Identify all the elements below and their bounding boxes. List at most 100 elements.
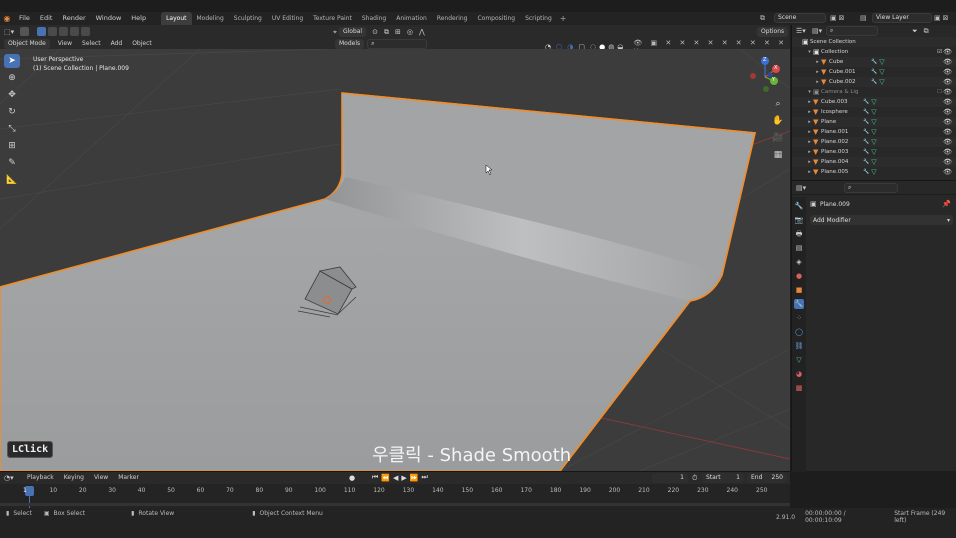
outliner-row[interactable]: ▸ ▼ Cube 🔧 ▽ 👁 <box>792 57 956 67</box>
ortho-toggle-icon[interactable]: ▦ <box>770 148 786 162</box>
scene-field[interactable]: Scene <box>774 13 826 23</box>
add-modifier-button[interactable]: Add Modifier ▾ <box>810 215 953 225</box>
timeline-scrollbar[interactable] <box>0 503 790 506</box>
visibility-eye-icon[interactable]: 👁 <box>943 127 952 137</box>
outliner-row[interactable]: ▸ ▼ Plane.001 🔧 ▽ 👁 <box>792 127 956 137</box>
display-mode-icon[interactable]: ▤▾ <box>812 27 826 35</box>
properties-editor-icon[interactable]: ▤▾ <box>796 184 844 192</box>
jump-start-icon[interactable]: ⏮ <box>372 473 378 482</box>
viewport-menu-select[interactable]: Select <box>77 39 106 49</box>
visibility-eye-icon[interactable]: 👁 <box>943 67 952 77</box>
viewport-search-input[interactable]: ⌕ <box>367 39 428 49</box>
outliner-editor-icon[interactable]: ☰▾ <box>796 27 812 35</box>
menu-file[interactable]: File <box>14 12 35 25</box>
blender-logo-icon[interactable]: ◉ <box>0 14 14 23</box>
select-extend-icon[interactable] <box>48 27 57 36</box>
falloff-icon[interactable]: ⋀ <box>419 28 425 36</box>
transform-tool-icon[interactable]: ⊞ <box>4 139 20 153</box>
snap-target-icon[interactable]: ⊞ <box>395 28 401 36</box>
mesh-data-icon[interactable]: ▽ <box>871 97 876 107</box>
workspace-tab-layout[interactable]: Layout <box>161 12 192 25</box>
outliner-row[interactable]: ▸ ▼ Cube.002 🔧 ▽ 👁 <box>792 77 956 87</box>
select-invert-icon[interactable] <box>70 27 79 36</box>
texture-tab-icon[interactable]: ▩ <box>794 383 804 393</box>
view-layer-field[interactable]: View Layer <box>872 13 932 23</box>
scene-icon[interactable]: ⧉ <box>760 14 774 23</box>
viewport-menu-object[interactable]: Object <box>127 39 157 49</box>
viewport-menu-view[interactable]: View <box>53 39 77 49</box>
expand-arrow-icon[interactable]: ▸ <box>806 107 813 117</box>
menu-render[interactable]: Render <box>57 12 90 25</box>
select-subtract-icon[interactable] <box>59 27 68 36</box>
visibility-eye-icon[interactable]: 👁 <box>943 117 952 127</box>
navigation-gizmo[interactable]: Z X Y <box>746 55 786 97</box>
expand-arrow-icon[interactable]: ▾ <box>806 47 813 57</box>
mesh-data-icon[interactable]: ▽ <box>871 127 876 137</box>
timeline-menu-playback[interactable]: Playback <box>22 472 59 484</box>
new-collection-icon[interactable]: ⧉ <box>924 27 929 36</box>
mesh-data-icon[interactable]: ▽ <box>879 57 884 67</box>
expand-arrow-icon[interactable]: ▸ <box>806 167 813 177</box>
pan-hand-icon[interactable]: ✋ <box>770 114 786 128</box>
view-layer-browse-icon[interactable]: ▣ <box>934 14 941 22</box>
proportional-edit-icon[interactable]: ◎ <box>407 28 413 36</box>
workspace-tab-shading[interactable]: Shading <box>357 12 391 25</box>
add-workspace-icon[interactable]: + <box>560 14 567 23</box>
expand-arrow-icon[interactable]: ▸ <box>806 137 813 147</box>
outliner-row[interactable]: ▸ ▼ Plane.004 🔧 ▽ 👁 <box>792 157 956 167</box>
workspace-tab-sculpting[interactable]: Sculpting <box>229 12 267 25</box>
workspace-tab-scripting[interactable]: Scripting <box>520 12 557 25</box>
models-dropdown[interactable]: Models <box>335 39 365 49</box>
modifier-icon[interactable]: 🔧 <box>863 107 869 117</box>
outliner-row[interactable]: ▾ ▣ Collection ☑ 👁 <box>792 47 956 57</box>
world-tab-icon[interactable]: ● <box>794 271 804 281</box>
mode-dropdown[interactable]: Object Mode <box>4 39 50 49</box>
modifier-icon[interactable]: 🔧 <box>863 97 869 107</box>
mesh-data-icon[interactable]: ▽ <box>871 157 876 167</box>
expand-arrow-icon[interactable]: ▸ <box>814 77 821 87</box>
options-dropdown[interactable]: Options <box>757 27 789 37</box>
start-frame-field[interactable]: Start 1 <box>702 473 744 483</box>
expand-arrow-icon[interactable]: ▸ <box>814 67 821 77</box>
outliner-row[interactable]: ▸ ▼ Plane.005 🔧 ▽ 👁 <box>792 167 956 177</box>
mesh-data-icon[interactable]: ▽ <box>871 167 876 177</box>
expand-arrow-icon[interactable]: ▸ <box>806 147 813 157</box>
modifier-icon[interactable]: 🔧 <box>863 157 869 167</box>
view-layer-icon[interactable]: ▤ <box>860 14 872 22</box>
outliner-row[interactable]: ▾▣Camera & Light ☐👁 <box>792 87 956 97</box>
expand-arrow-icon[interactable]: ▾ <box>806 87 813 97</box>
modifier-icon[interactable]: 🔧 <box>863 137 869 147</box>
scene-browse-icon[interactable]: ▣ <box>830 14 837 22</box>
select-new-icon[interactable] <box>37 27 46 36</box>
cursor-tool-icon[interactable]: ⊕ <box>4 71 20 85</box>
output-tab-icon[interactable]: 🖶 <box>794 229 804 239</box>
timeline-track[interactable]: 1 10 20 30 40 50 60 70 80 90 100 110 120 130 140 150 160… <box>0 484 790 508</box>
visibility-eye-icon[interactable]: 👁 <box>943 97 952 107</box>
outliner-row[interactable]: ▸ ▼ Cube.003 🔧 ▽ 👁 <box>792 97 956 107</box>
mesh-data-icon[interactable]: ▽ <box>879 77 884 87</box>
modifier-icon[interactable]: 🔧 <box>863 117 869 127</box>
select-intersect-icon[interactable] <box>81 27 90 36</box>
object-tab-icon[interactable]: ■ <box>794 285 804 295</box>
mesh-data-icon[interactable]: ▽ <box>871 137 876 147</box>
move-tool-icon[interactable]: ✥ <box>4 88 20 102</box>
expand-arrow-icon[interactable]: ▸ <box>806 127 813 137</box>
outliner-search-input[interactable]: ⌕ <box>826 26 878 36</box>
jump-end-icon[interactable]: ⏭ <box>422 473 428 482</box>
physics-tab-icon[interactable]: ◯ <box>794 327 804 337</box>
viewport-menu-add[interactable]: Add <box>106 39 128 49</box>
workspace-tab-compositing[interactable]: Compositing <box>472 12 520 25</box>
play-reverse-icon[interactable]: ◀ <box>393 474 398 482</box>
mesh-data-icon[interactable]: ▽ <box>871 147 876 157</box>
workspace-tab-modeling[interactable]: Modeling <box>192 12 229 25</box>
measure-tool-icon[interactable]: 📐 <box>4 173 20 187</box>
preview-range-icon[interactable]: ⏱ <box>692 474 697 483</box>
visibility-eye-icon[interactable]: 👁 <box>943 107 952 117</box>
camera-view-icon[interactable]: 🎥 <box>770 131 786 145</box>
particles-tab-icon[interactable]: ⁘ <box>794 313 804 323</box>
current-frame-field[interactable]: 1 <box>652 473 688 483</box>
outliner-row[interactable]: ▸ ▼ Plane 🔧 ▽ 👁 <box>792 117 956 127</box>
workspace-tab-texture-paint[interactable]: Texture Paint <box>308 12 357 25</box>
exclude-checkbox-icon[interactable]: ☐ <box>937 87 942 97</box>
tweak-tool-icon[interactable] <box>20 27 29 36</box>
